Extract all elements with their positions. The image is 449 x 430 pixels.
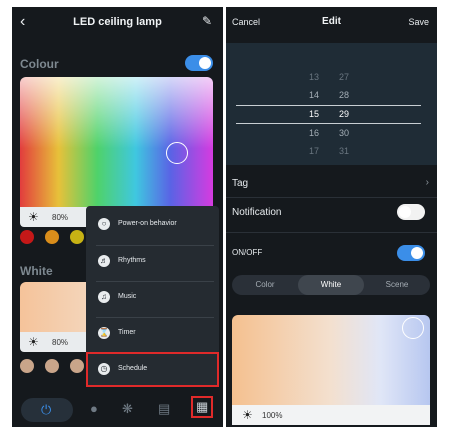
palette-icon[interactable]: ❋ (122, 401, 133, 417)
white-brightness-value: 80% (52, 338, 69, 347)
edit-icon[interactable]: ✎ (202, 14, 212, 28)
tab-scene[interactable]: Scene (364, 275, 430, 295)
page-title: LED ceiling lamp (73, 16, 162, 28)
minute-option[interactable]: 28 (324, 90, 364, 100)
notification-label: Notification (232, 207, 282, 218)
selected-minute[interactable]: 29 (324, 109, 364, 119)
music-icon: ♫ (98, 291, 110, 303)
power-icon: ⏻ (41, 402, 52, 417)
grid-button[interactable]: ▦ (191, 396, 213, 418)
power-on-icon: ○ (98, 218, 110, 230)
sun-icon: ☀ (28, 210, 39, 224)
colour-brightness-value: 80% (52, 213, 69, 222)
minute-option[interactable]: 27 (324, 72, 364, 82)
chevron-right-icon[interactable]: › (426, 177, 429, 188)
colour-toggle[interactable] (185, 55, 213, 71)
onoff-toggle[interactable] (397, 245, 425, 261)
minute-option[interactable]: 31 (324, 146, 364, 156)
white-swatch-cool[interactable] (70, 359, 84, 373)
divider (226, 197, 437, 198)
colour-picker-panel[interactable] (20, 77, 213, 207)
notification-toggle[interactable] (397, 204, 425, 220)
mode-tabs: Color White Scene (232, 275, 430, 295)
picker-selection-line (236, 105, 421, 106)
minute-option[interactable]: 30 (324, 128, 364, 138)
header: ‹ LED ceiling lamp ✎ (12, 7, 223, 37)
toggle-knob (399, 206, 411, 218)
colour-section-label: Colour (20, 57, 59, 71)
picker-selection-line (236, 123, 421, 124)
device-icon[interactable]: ▤ (158, 401, 170, 417)
white-section-label: White (20, 264, 53, 278)
menu-item-music[interactable]: ♫ Music (86, 281, 219, 317)
menu-item-timer[interactable]: ⌛ Timer (86, 317, 219, 353)
bottom-navigation: ⏻ ● ❋ ▤ ▦ (12, 392, 223, 427)
save-button[interactable]: Save (408, 17, 429, 27)
menu-item-power-on-behavior[interactable]: ○ Power-on behavior (86, 208, 219, 244)
rhythms-icon: ♬ (98, 255, 110, 267)
power-button[interactable]: ⏻ (21, 398, 73, 422)
page-title: Edit (322, 16, 341, 27)
white-picker-handle[interactable] (402, 317, 424, 339)
white-picker-panel[interactable] (232, 315, 430, 405)
more-options-menu: ○ Power-on behavior ♬ Rhythms ♫ Music ⌛ … (86, 206, 219, 387)
schedule-highlight-box (86, 352, 219, 387)
divider (226, 232, 437, 233)
onoff-label: ON/OFF (232, 248, 263, 257)
toggle-knob (199, 57, 211, 69)
white-swatch-neutral[interactable] (45, 359, 59, 373)
colour-swatch-orange[interactable] (45, 230, 59, 244)
tab-color[interactable]: Color (232, 275, 298, 295)
white-swatch-warm[interactable] (20, 359, 34, 373)
menu-item-label: Timer (118, 329, 136, 336)
lamp-control-screen: ‹ LED ceiling lamp ✎ Colour ☀ 80% White … (12, 7, 223, 427)
brightness-bar[interactable]: ☀ 100% (232, 405, 430, 425)
tab-white[interactable]: White (298, 275, 364, 295)
sun-icon: ☀ (28, 335, 39, 349)
colour-swatch-red[interactable] (20, 230, 34, 244)
timer-icon: ⌛ (98, 327, 110, 339)
menu-item-label: Rhythms (118, 257, 146, 264)
schedule-edit-screen: Cancel Edit Save 13 14 15 16 17 27 28 29… (226, 7, 437, 427)
sun-icon: ☀ (242, 408, 253, 422)
menu-item-rhythms[interactable]: ♬ Rhythms (86, 245, 219, 281)
brightness-value: 100% (262, 411, 283, 420)
colour-picker-handle[interactable] (166, 142, 188, 164)
toggle-knob (411, 247, 423, 259)
colour-swatch-yellow[interactable] (70, 230, 84, 244)
bulb-icon[interactable]: ● (90, 401, 98, 416)
time-picker[interactable]: 13 14 15 16 17 27 28 29 30 31 (226, 43, 437, 165)
menu-item-label: Music (118, 293, 137, 300)
tag-label[interactable]: Tag (232, 178, 248, 189)
grid-icon: ▦ (196, 399, 209, 414)
menu-item-label: Power-on behavior (118, 220, 177, 227)
